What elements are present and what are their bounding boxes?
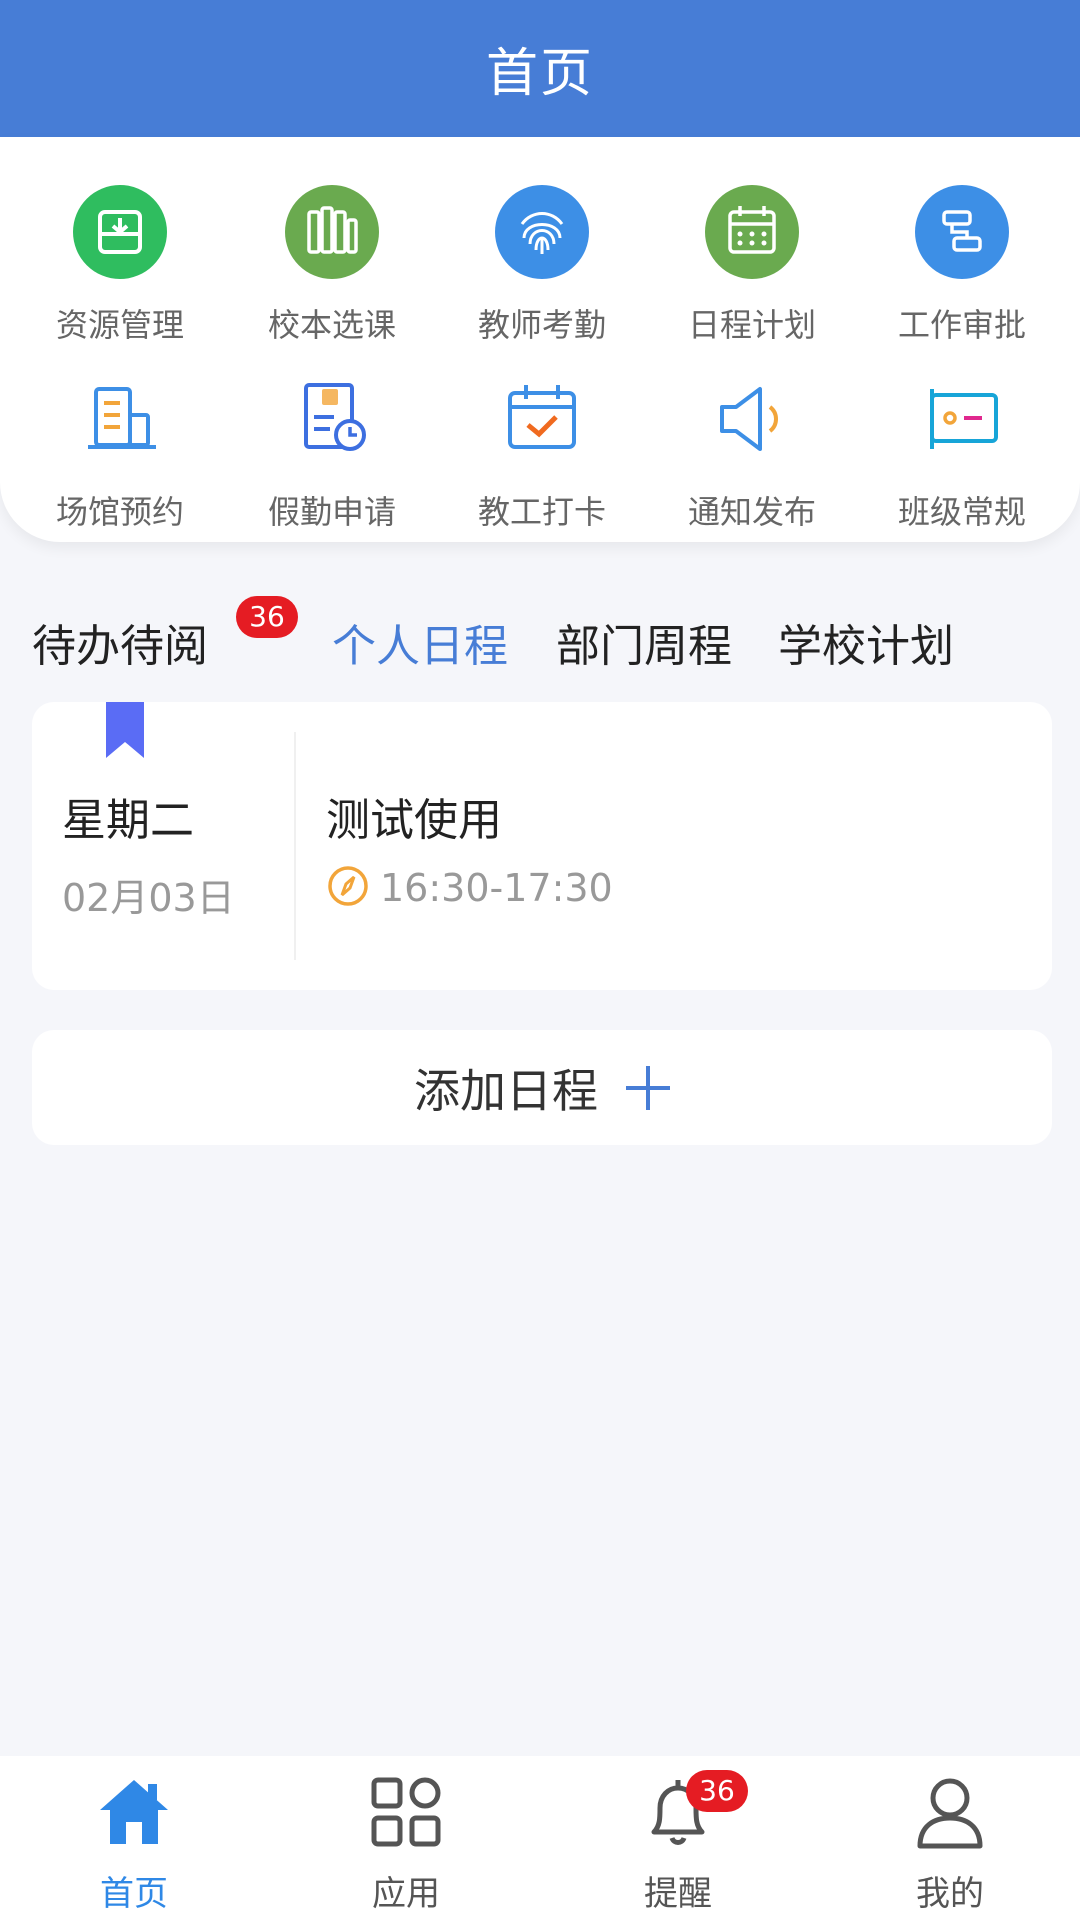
user-icon xyxy=(912,1774,988,1850)
app-label: 日程计划 xyxy=(687,306,816,344)
nav-label: 首页 xyxy=(100,1874,168,1914)
schedule-tabs: 待办待阅 36 个人日程 部门周程 学校计划 xyxy=(0,590,1080,690)
add-schedule-label: 添加日程 xyxy=(414,1063,598,1118)
event-time-row: 16:30-17:30 xyxy=(326,864,613,912)
home-icon xyxy=(96,1774,172,1850)
app-label: 教师考勤 xyxy=(477,306,606,344)
calendar-check-icon xyxy=(492,369,592,469)
apps-grid: 资源管理 校本选课 教师考勤 日程计划 工作审批 场馆预约 假勤申请 教工打卡 … xyxy=(0,137,1080,542)
app-label: 假勤申请 xyxy=(267,493,396,531)
speaker-icon xyxy=(702,369,802,469)
app-label: 通知发布 xyxy=(687,493,816,531)
bookmark-icon xyxy=(104,702,146,760)
plus-icon xyxy=(626,1065,670,1110)
app-label: 教工打卡 xyxy=(477,493,606,531)
nav-remind[interactable]: 36 提醒 xyxy=(578,1770,778,1914)
grid-icon xyxy=(368,1774,444,1850)
app-label: 资源管理 xyxy=(55,306,184,344)
app-venue-booking[interactable]: 场馆预约 xyxy=(20,369,220,549)
app-course-selection[interactable]: 校本选课 xyxy=(232,182,432,362)
calendar-icon xyxy=(702,182,802,282)
page-title: 首页 xyxy=(485,44,594,104)
tab-personal-schedule[interactable]: 个人日程 xyxy=(332,610,508,674)
nav-label: 应用 xyxy=(372,1874,440,1914)
books-icon xyxy=(282,182,382,282)
app-leave-request[interactable]: 假勤申请 xyxy=(232,369,432,549)
app-label: 班级常规 xyxy=(897,493,1026,531)
inbox-download-icon xyxy=(70,182,170,282)
schedule-card[interactable]: 星期二 02月03日 测试使用 16:30-17:30 xyxy=(32,702,1052,990)
app-label: 场馆预约 xyxy=(55,493,184,531)
nav-apps[interactable]: 应用 xyxy=(306,1774,506,1914)
home-page: 首页 资源管理 校本选课 教师考勤 日程计划 工作审批 场馆预约 假勤申请 教工… xyxy=(0,0,1080,1920)
compass-icon xyxy=(326,864,370,912)
schedule-date: 02月03日 xyxy=(62,876,235,920)
app-resource-management[interactable]: 资源管理 xyxy=(20,182,220,362)
nav-mine[interactable]: 我的 xyxy=(850,1774,1050,1914)
card-divider xyxy=(294,732,296,960)
app-teacher-attendance[interactable]: 教师考勤 xyxy=(442,182,642,362)
todo-count-badge: 36 xyxy=(236,596,298,638)
tab-todo[interactable]: 待办待阅 xyxy=(32,610,208,674)
nav-home[interactable]: 首页 xyxy=(34,1774,234,1914)
app-staff-checkin[interactable]: 教工打卡 xyxy=(442,369,642,549)
app-work-approval[interactable]: 工作审批 xyxy=(862,182,1062,362)
approval-flow-icon xyxy=(912,182,1012,282)
id-card-icon xyxy=(912,369,1012,469)
add-schedule-button[interactable]: 添加日程 xyxy=(32,1030,1052,1145)
tab-department-schedule[interactable]: 部门周程 xyxy=(556,610,732,674)
app-label: 工作审批 xyxy=(897,306,1026,344)
app-class-routine[interactable]: 班级常规 xyxy=(862,369,1062,549)
building-icon xyxy=(70,369,170,469)
app-label: 校本选课 xyxy=(267,306,396,344)
schedule-weekday: 星期二 xyxy=(62,795,194,846)
tab-school-plan[interactable]: 学校计划 xyxy=(778,610,954,674)
bottom-nav: 首页 应用 36 提醒 我的 xyxy=(0,1756,1080,1920)
fingerprint-icon xyxy=(492,182,592,282)
nav-label: 我的 xyxy=(916,1874,984,1914)
event-title: 测试使用 xyxy=(326,795,502,846)
app-header: 首页 xyxy=(0,0,1080,137)
event-time: 16:30-17:30 xyxy=(380,866,613,910)
app-schedule-plan[interactable]: 日程计划 xyxy=(652,182,852,362)
app-notice-publish[interactable]: 通知发布 xyxy=(652,369,852,549)
leave-form-icon xyxy=(282,369,382,469)
nav-label: 提醒 xyxy=(644,1874,712,1914)
remind-count-badge: 36 xyxy=(686,1770,748,1812)
